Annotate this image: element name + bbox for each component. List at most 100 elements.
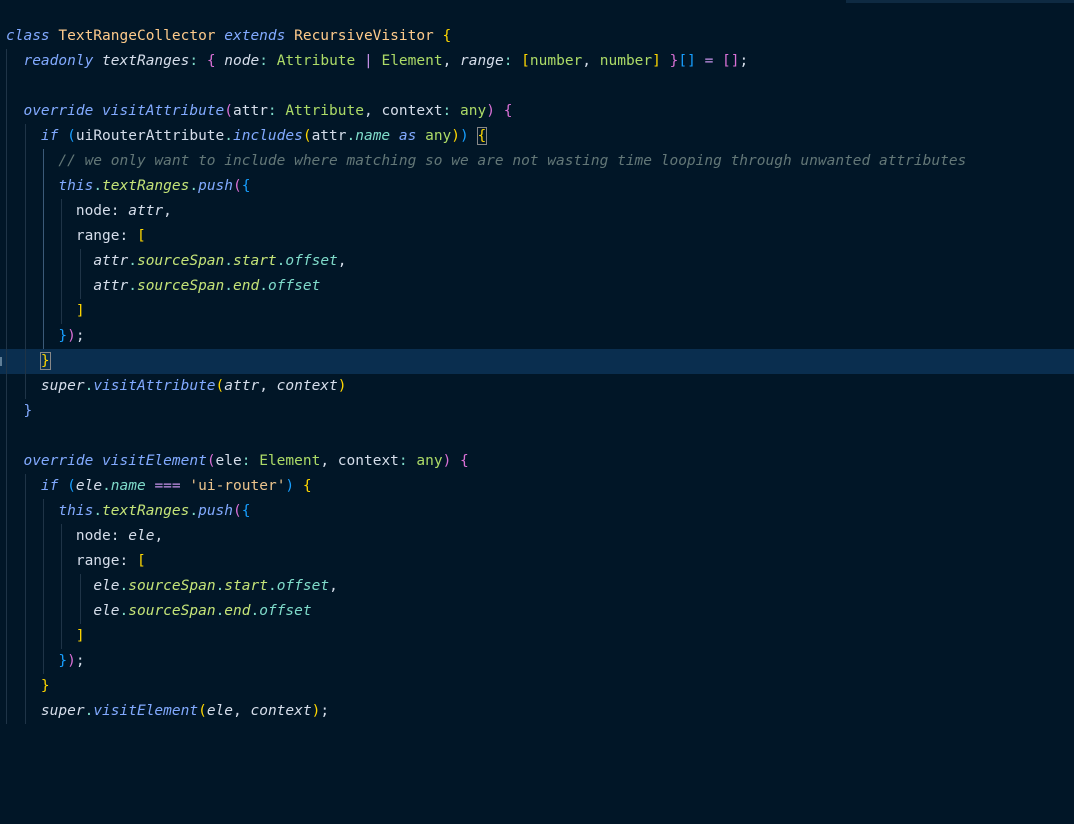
code-line-3[interactable]	[0, 74, 1074, 99]
token: ;	[75, 653, 85, 669]
code-line-8[interactable]: node: attr,	[0, 199, 1074, 224]
token: Element	[259, 453, 321, 469]
token: :	[110, 203, 120, 219]
token: ,	[154, 528, 164, 544]
token: context	[250, 703, 312, 719]
token: sourceSpan	[136, 253, 225, 269]
token: visitAttribute	[102, 103, 225, 119]
code-line-6[interactable]: // we only want to include where matchin…	[0, 149, 1074, 174]
token: class	[6, 28, 50, 44]
token: attr	[93, 253, 129, 269]
code-line-2[interactable]: readonly textRanges: { node: Attribute |…	[0, 49, 1074, 74]
token: ;	[739, 53, 749, 69]
token: extends	[224, 28, 286, 44]
code-line-17[interactable]	[0, 424, 1074, 449]
code-line-14-current[interactable]: }	[0, 349, 1074, 374]
code-line-22[interactable]: range: [	[0, 549, 1074, 574]
token: )	[337, 378, 347, 394]
comment: // we only want to include where matchin…	[58, 153, 967, 169]
code-line-18[interactable]: override visitElement(ele: Element, cont…	[0, 449, 1074, 474]
token: visitElement	[102, 453, 207, 469]
token: .	[119, 578, 129, 594]
token: sourceSpan	[128, 603, 216, 619]
code-line-13[interactable]: });	[0, 324, 1074, 349]
token: =	[704, 53, 714, 69]
token: push	[198, 503, 234, 519]
token: )	[67, 328, 76, 344]
code-line-26[interactable]: });	[0, 649, 1074, 674]
token: ]	[75, 628, 85, 644]
code-editor[interactable]: class TextRangeCollector extends Recursi…	[0, 0, 1074, 724]
token: ,	[363, 103, 373, 119]
code-line-1[interactable]: class TextRangeCollector extends Recursi…	[0, 24, 1074, 49]
code-line-15[interactable]: super.visitAttribute(attr, context)	[0, 374, 1074, 399]
token: ,	[329, 578, 338, 594]
token: )	[486, 103, 495, 119]
token: :	[189, 53, 199, 69]
code-line-11[interactable]: attr.sourceSpan.end.offset	[0, 274, 1074, 299]
token: context	[276, 378, 338, 394]
token: |	[364, 53, 373, 69]
token: .	[215, 578, 225, 594]
token: )	[442, 453, 452, 469]
code-line-21[interactable]: node: ele,	[0, 524, 1074, 549]
code-line-9[interactable]: range: [	[0, 224, 1074, 249]
code-line-7[interactable]: this.textRanges.push({	[0, 174, 1074, 199]
token: TextRangeCollector	[58, 28, 216, 44]
token: }	[58, 653, 68, 669]
token: ele	[75, 478, 103, 494]
code-line-10[interactable]: attr.sourceSpan.start.offset,	[0, 249, 1074, 274]
token: range	[460, 53, 504, 69]
token: ele	[128, 528, 155, 544]
token: []	[678, 53, 696, 69]
token: .	[84, 703, 94, 719]
token: sourceSpan	[128, 578, 216, 594]
token: :	[119, 228, 129, 244]
code-line-20[interactable]: this.textRanges.push({	[0, 499, 1074, 524]
code-line-16[interactable]: }	[0, 399, 1074, 424]
token: {	[442, 28, 452, 44]
token: ,	[320, 453, 330, 469]
token: :	[503, 53, 513, 69]
token: .	[259, 278, 268, 294]
token: ele	[93, 603, 120, 619]
token: node	[75, 528, 111, 544]
token: }	[58, 328, 68, 344]
token: :	[267, 103, 277, 119]
code-line-24[interactable]: ele.sourceSpan.end.offset	[0, 599, 1074, 624]
token: )	[460, 128, 469, 144]
code-line-25[interactable]: ]	[0, 624, 1074, 649]
cursor-gutter-marker	[0, 357, 2, 366]
token: (	[302, 128, 312, 144]
token: offset	[267, 278, 321, 294]
token: .	[250, 603, 260, 619]
token: .	[102, 478, 111, 494]
token: includes	[233, 128, 303, 144]
token: {	[302, 478, 312, 494]
code-line-19[interactable]: if (ele.name === 'ui-router') {	[0, 474, 1074, 499]
code-line-4[interactable]: override visitAttribute(attr: Attribute,…	[0, 99, 1074, 124]
token: [	[521, 53, 530, 69]
token: )	[285, 478, 295, 494]
token: super	[40, 378, 85, 394]
token: {	[241, 503, 251, 519]
code-line-27[interactable]: }	[0, 674, 1074, 699]
code-line-12[interactable]: ]	[0, 299, 1074, 324]
token: ele	[93, 578, 120, 594]
token: {	[206, 53, 216, 69]
token: sourceSpan	[136, 278, 225, 294]
token: ele	[206, 703, 234, 719]
code-line-5[interactable]: if (uiRouterAttribute.includes(attr.name…	[0, 124, 1074, 149]
token: .	[128, 278, 137, 294]
token: any	[425, 128, 452, 144]
token: ,	[337, 253, 347, 269]
code-line-28[interactable]: super.visitElement(ele, context);	[0, 699, 1074, 724]
token: any	[460, 103, 487, 119]
token: {	[503, 103, 513, 119]
token: )	[67, 653, 76, 669]
token: (	[215, 378, 225, 394]
code-line-23[interactable]: ele.sourceSpan.start.offset,	[0, 574, 1074, 599]
token: .	[189, 178, 199, 194]
token: :	[259, 53, 268, 69]
token: :	[442, 103, 452, 119]
